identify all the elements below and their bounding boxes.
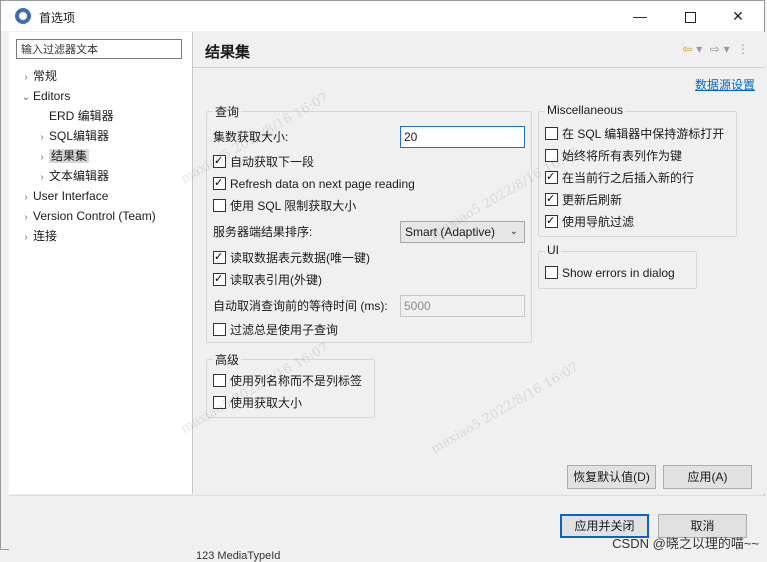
chevron-right-icon[interactable]: ›	[19, 209, 33, 227]
query-group-label: 查询	[213, 103, 242, 120]
checkbox-label: 更新后刷新	[562, 193, 623, 207]
tree-item-label: 常规	[33, 69, 58, 83]
ui-group: UI Show errors in dialog	[538, 243, 697, 289]
close-button[interactable]: ✕	[716, 1, 760, 31]
insert-after-current-checkbox[interactable]: 在当前行之后插入新的行	[545, 168, 695, 187]
preferences-dialog: 首选项 — ✕ 输入过滤器文本 › 常规 ⌄ Editors ERD 编辑器 › SQ…	[0, 0, 766, 552]
page-title: 结果集	[205, 44, 251, 61]
checkbox-label: 在当前行之后插入新的行	[562, 171, 695, 185]
title-bar: 首选项 — ✕	[1, 1, 764, 31]
read-references-checkbox[interactable]: 读取表引用(外键)	[213, 270, 322, 289]
tree-item-user-interface[interactable]: › User Interface	[19, 187, 108, 205]
checkbox-icon[interactable]	[545, 190, 558, 208]
use-nav-filter-checkbox[interactable]: 使用导航过滤	[545, 212, 635, 231]
use-sql-limit-checkbox[interactable]: 使用 SQL 限制获取大小	[213, 197, 356, 215]
tree-item-editors[interactable]: ⌄ Editors	[19, 87, 71, 107]
server-order-label: 服务器端结果排序:	[213, 225, 313, 239]
misc-group-label: Miscellaneous	[545, 103, 626, 117]
tree-item-label: Editors	[33, 89, 71, 103]
title-divider	[193, 67, 765, 68]
tree-item-resultset[interactable]: › 结果集	[35, 147, 90, 167]
checkbox-label: 自动获取下一段	[230, 155, 315, 169]
background-window-text: 123 MediaTypeId	[196, 550, 281, 562]
refresh-next-page-checkbox[interactable]: Refresh data on next page reading	[213, 174, 415, 193]
checkbox-icon[interactable]	[545, 212, 558, 230]
chevron-right-icon[interactable]: ›	[35, 169, 49, 187]
chevron-right-icon[interactable]: ›	[35, 129, 49, 147]
checkbox-label: Refresh data on next page reading	[230, 177, 415, 191]
tree-item-label: 连接	[33, 229, 58, 243]
advanced-group-label: 高级	[213, 351, 242, 368]
back-menu-icon[interactable]: ▾	[696, 42, 702, 56]
maximize-icon	[684, 11, 696, 23]
filter-subquery-checkbox[interactable]: 过滤总是使用子查询	[213, 321, 338, 339]
chevron-right-icon[interactable]: ›	[19, 69, 33, 87]
chevron-down-icon[interactable]: ⌄	[19, 89, 33, 107]
restore-defaults-button[interactable]: 恢复默认值(D)	[567, 465, 656, 489]
tree-item-label: Version Control (Team)	[33, 209, 156, 223]
back-arrow-icon[interactable]: ⇦	[682, 42, 692, 56]
tree-item-erd-editor[interactable]: ERD 编辑器	[49, 107, 114, 125]
preferences-tree: 输入过滤器文本 › 常规 ⌄ Editors ERD 编辑器 › SQL编辑器 › 结果…	[9, 32, 193, 494]
checkbox-label: 过滤总是使用子查询	[230, 323, 339, 337]
checkbox-icon[interactable]	[545, 127, 558, 140]
footer-watermark: CSDN @晓之以理的喵~~	[612, 536, 759, 551]
checkbox-label: 读取表引用(外键)	[230, 273, 322, 287]
checkbox-label: 使用 SQL 限制获取大小	[230, 199, 357, 213]
tree-item-connections[interactable]: › 连接	[19, 227, 57, 245]
tree-item-label: 结果集	[49, 149, 90, 163]
checkbox-icon[interactable]	[213, 374, 226, 387]
chevron-right-icon[interactable]: ›	[19, 189, 33, 207]
checkbox-icon[interactable]	[213, 248, 226, 266]
dbeaver-icon	[15, 8, 31, 24]
forward-arrow-icon[interactable]: ⇨	[710, 42, 720, 56]
filter-input[interactable]: 输入过滤器文本	[16, 39, 182, 59]
chevron-right-icon[interactable]: ›	[35, 149, 49, 167]
tree-item-sql-editor[interactable]: › SQL编辑器	[35, 127, 109, 145]
page-nav: ⇦ ▾ ⇨ ▾ ⋮	[678, 42, 749, 56]
checkbox-label: 在 SQL 编辑器中保持游标打开	[562, 127, 725, 141]
datasource-settings-link[interactable]: 数据源设置	[695, 76, 755, 93]
checkbox-icon[interactable]	[213, 199, 226, 212]
checkbox-icon[interactable]	[545, 266, 558, 279]
checkbox-icon[interactable]	[213, 270, 226, 288]
checkbox-icon[interactable]	[213, 174, 226, 192]
apply-button[interactable]: 应用(A)	[663, 465, 752, 489]
tree-item-label: SQL编辑器	[49, 129, 110, 143]
forward-menu-icon[interactable]: ▾	[724, 42, 730, 56]
keep-cursor-checkbox[interactable]: 在 SQL 编辑器中保持游标打开	[545, 125, 724, 143]
tree-item-label: ERD 编辑器	[49, 109, 114, 123]
chevron-down-icon: ⌄	[509, 226, 518, 237]
misc-group: Miscellaneous 在 SQL 编辑器中保持游标打开 始终将所有表列作为…	[538, 103, 737, 237]
checkbox-label: 读取数据表元数据(唯一键)	[230, 251, 370, 265]
tree-item-label: User Interface	[33, 189, 109, 203]
tree-item-general[interactable]: › 常规	[19, 67, 57, 85]
tree-item-label: 文本编辑器	[49, 169, 110, 183]
minimize-button[interactable]: —	[618, 1, 662, 31]
checkbox-label: Show errors in dialog	[562, 266, 675, 280]
ui-group-label: UI	[545, 243, 561, 257]
auto-cancel-input: 5000	[400, 295, 525, 317]
auto-cancel-label: 自动取消查询前的等待时间 (ms):	[213, 299, 388, 313]
window-title: 首选项	[39, 11, 76, 25]
refresh-after-update-checkbox[interactable]: 更新后刷新	[545, 190, 623, 209]
checkbox-label: 使用导航过滤	[562, 215, 635, 229]
read-metadata-checkbox[interactable]: 读取数据表元数据(唯一键)	[213, 248, 370, 267]
fetch-size-input[interactable]: 20	[400, 126, 525, 148]
maximize-button[interactable]	[668, 1, 712, 31]
chevron-right-icon[interactable]: ›	[19, 229, 33, 247]
checkbox-icon[interactable]	[213, 323, 226, 336]
more-options-icon[interactable]: ⋮	[737, 42, 749, 56]
tree-item-text-editor[interactable]: › 文本编辑器	[35, 167, 109, 185]
tree-item-version-control[interactable]: › Version Control (Team)	[19, 207, 156, 227]
show-errors-checkbox[interactable]: Show errors in dialog	[545, 264, 675, 282]
